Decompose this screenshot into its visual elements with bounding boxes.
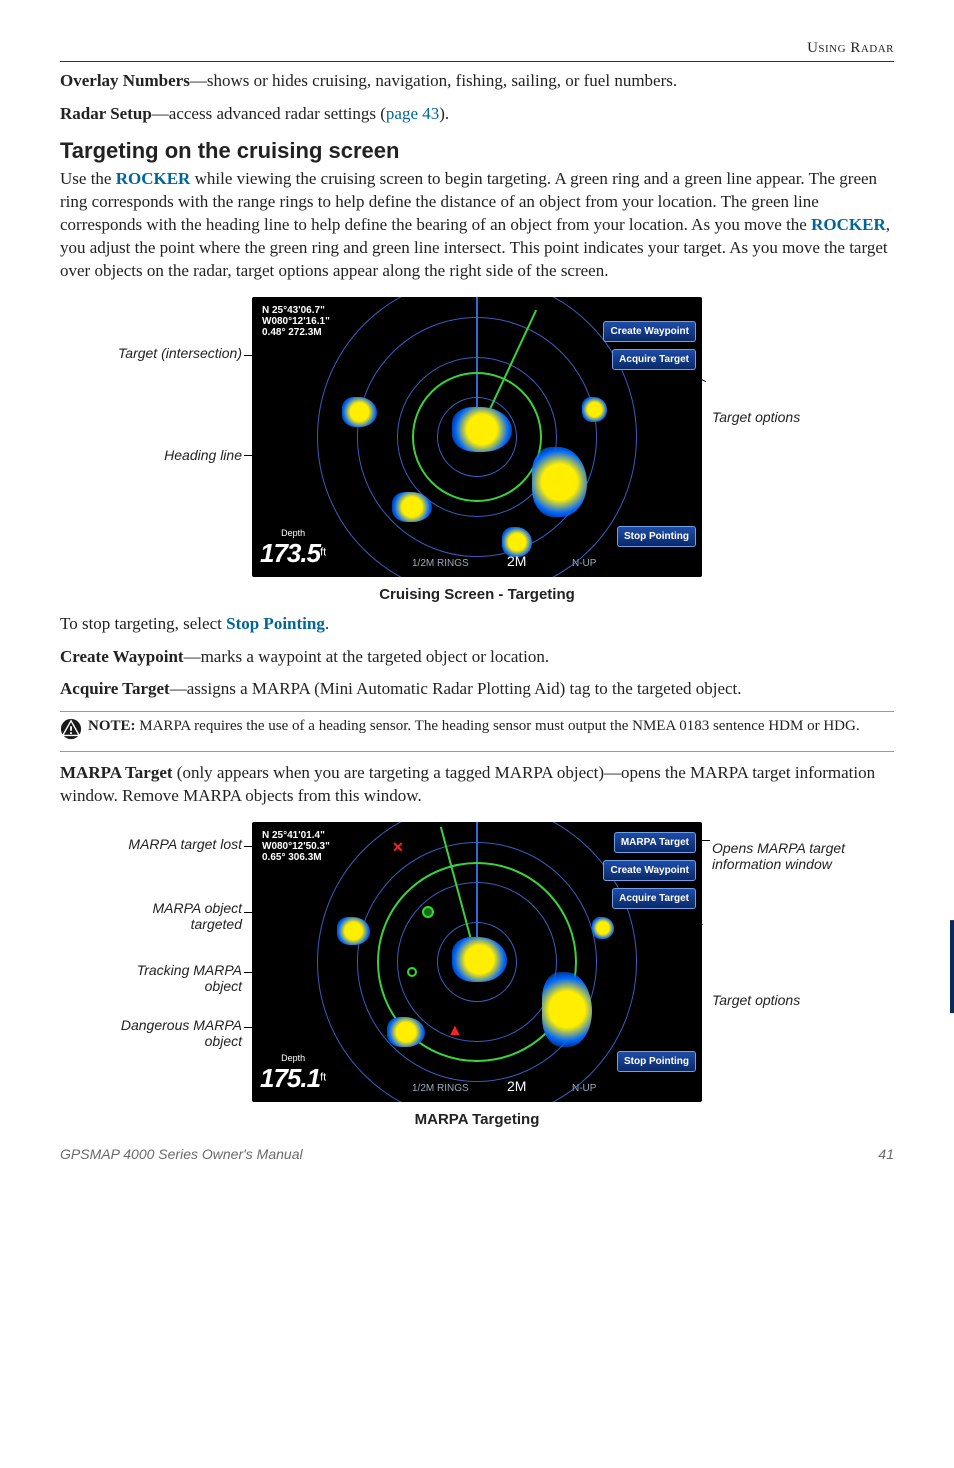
ann-target-options: Target options: [712, 409, 842, 425]
acquire-target-desc: Acquire Target—assigns a MARPA (Mini Aut…: [60, 678, 894, 701]
rings-label: 1/2M RINGS: [412, 558, 469, 569]
radar-echo: [542, 972, 592, 1047]
rocker-key-1: ROCKER: [116, 169, 191, 188]
range-label: 2M: [507, 1078, 526, 1094]
stop-pointing-ref: Stop Pointing: [226, 614, 325, 633]
overlay-numbers-label: Overlay Numbers: [60, 71, 190, 90]
create-waypoint-button[interactable]: Create Waypoint: [603, 321, 696, 342]
range-label: 2M: [507, 553, 526, 569]
marpa-target-button[interactable]: MARPA Target: [614, 832, 696, 853]
radar-setup-text-b: ).: [439, 104, 449, 123]
page-number: 41: [878, 1146, 894, 1162]
ann-marpa-lost: MARPA target lost: [107, 836, 242, 852]
ann-marpa-tracking: Tracking MARPA object: [107, 962, 242, 994]
header-rule: [60, 61, 894, 62]
coords-readout: N 25°41'01.4" W080°12'50.3" 0.65° 306.3M: [258, 828, 334, 865]
page-footer: GPSMAP 4000 Series Owner's Manual 41: [60, 1146, 894, 1162]
marpa-radar-screen: ✕ ▲ N 25°41'01.4" W080°12'50.3" 0.65° 30…: [252, 822, 702, 1102]
marpa-target-label: MARPA Target: [60, 763, 173, 782]
marpa-target-desc: MARPA Target (only appears when you are …: [60, 762, 894, 808]
overlay-numbers-text: —shows or hides cruising, navigation, fi…: [190, 71, 677, 90]
fig1-caption: Cruising Screen - Targeting: [60, 586, 894, 603]
radar-echo: [387, 1017, 425, 1047]
ann-marpa-targeted: MARPA object targeted: [107, 900, 242, 932]
footer-title: GPSMAP 4000 Series Owner's Manual: [60, 1146, 303, 1162]
warning-icon: [60, 718, 88, 745]
ann-heading-line: Heading line: [107, 447, 242, 463]
radar-echo: [532, 447, 587, 517]
radar-setup-label: Radar Setup: [60, 104, 152, 123]
depth-readout: Depth 175.1ft: [260, 1053, 326, 1094]
ann-target-options2: Target options: [712, 992, 852, 1008]
page-header: Using Radar: [60, 40, 894, 57]
fig2-caption: MARPA Targeting: [60, 1111, 894, 1128]
create-waypoint-label: Create Waypoint: [60, 647, 184, 666]
nup-label: N-UP: [572, 558, 596, 569]
ann-target-intersection: Target (intersection): [107, 345, 242, 361]
radar-echo: [392, 492, 432, 522]
ann-opens-marpa: Opens MARPA target information window: [712, 840, 852, 872]
overlay-numbers-desc: Overlay Numbers—shows or hides cruising,…: [60, 70, 894, 93]
note-label: NOTE:: [88, 718, 136, 734]
targeting-heading: Targeting on the cruising screen: [60, 138, 894, 164]
create-waypoint-button[interactable]: Create Waypoint: [603, 860, 696, 881]
nup-label: N-UP: [572, 1083, 596, 1094]
coords-readout: N 25°43'06.7" W080°12'16.1" 0.48° 272.3M: [258, 303, 334, 340]
targeting-paragraph: Use the ROCKER while viewing the cruisin…: [60, 168, 894, 283]
note-block: NOTE: MARPA requires the use of a headin…: [60, 711, 894, 752]
radar-echo: [452, 937, 507, 982]
radar-setup-desc: Radar Setup—access advanced radar settin…: [60, 103, 894, 126]
radar-echo: [342, 397, 377, 427]
create-waypoint-desc: Create Waypoint—marks a waypoint at the …: [60, 646, 894, 669]
radar-echo: [592, 917, 614, 939]
radar-setup-text-a: —access advanced radar settings (: [152, 104, 386, 123]
stop-pointing-button[interactable]: Stop Pointing: [617, 1051, 696, 1072]
acquire-target-button[interactable]: Acquire Target: [612, 349, 696, 370]
acquire-target-button[interactable]: Acquire Target: [612, 888, 696, 909]
radar-echo: [452, 407, 512, 452]
marpa-lost-marker: ✕: [392, 840, 404, 857]
cruising-radar-screen: N 25°43'06.7" W080°12'16.1" 0.48° 272.3M…: [252, 297, 702, 577]
section-tab: UsingRadar: [950, 920, 954, 1013]
marpa-dangerous-marker: ▲: [447, 1022, 463, 1040]
stop-pointing-button[interactable]: Stop Pointing: [617, 526, 696, 547]
ann-marpa-dangerous: Dangerous MARPA object: [107, 1017, 242, 1049]
acquire-target-label: Acquire Target: [60, 679, 170, 698]
rings-label: 1/2M RINGS: [412, 1083, 469, 1094]
radar-echo: [337, 917, 370, 945]
radar-echo: [582, 397, 607, 422]
depth-readout: Depth 173.5ft: [260, 528, 326, 569]
page-link[interactable]: page 43: [386, 104, 439, 123]
rocker-key-2: ROCKER: [811, 215, 886, 234]
stop-targeting: To stop targeting, select Stop Pointing.: [60, 613, 894, 636]
